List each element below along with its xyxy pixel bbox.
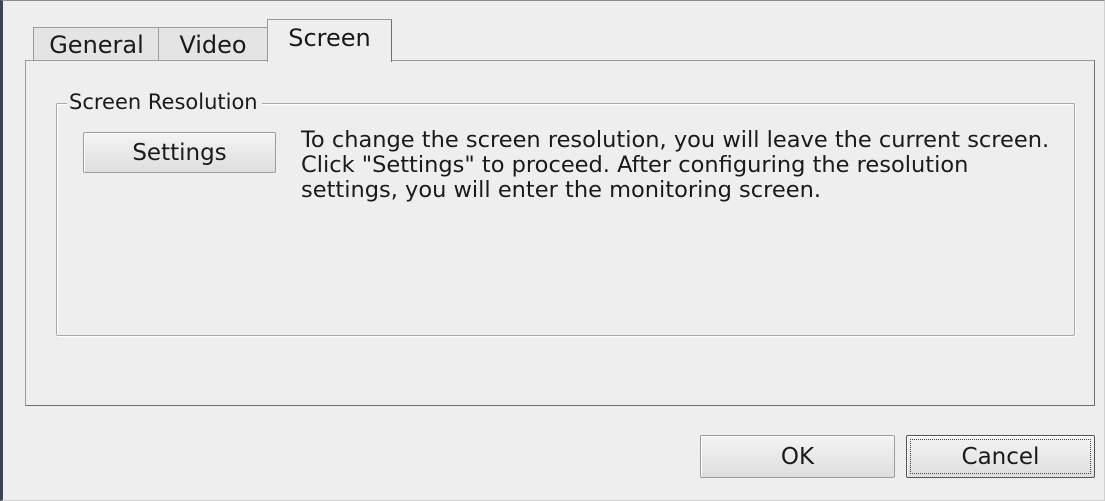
tab-panel-screen: Screen Resolution Settings To change the… bbox=[25, 60, 1095, 406]
settings-button[interactable]: Settings bbox=[83, 132, 276, 173]
tab-general-label: General bbox=[49, 31, 144, 59]
tab-video-label: Video bbox=[179, 31, 247, 59]
screen-settings-dialog: General Video Screen Screen Resolution S… bbox=[0, 0, 1105, 501]
screen-resolution-description: To change the screen resolution, you wil… bbox=[301, 127, 1050, 203]
screen-resolution-group-title: Screen Resolution bbox=[67, 88, 262, 116]
ok-button[interactable]: OK bbox=[700, 435, 895, 478]
cancel-button-label: Cancel bbox=[961, 443, 1040, 470]
tab-screen-label: Screen bbox=[288, 24, 371, 52]
screen-resolution-group: Screen Resolution Settings To change the… bbox=[56, 88, 1075, 336]
tab-video[interactable]: Video bbox=[158, 27, 268, 61]
tab-screen[interactable]: Screen bbox=[267, 19, 392, 62]
ok-button-label: OK bbox=[780, 443, 815, 470]
cancel-button[interactable]: Cancel bbox=[906, 435, 1095, 478]
tab-general[interactable]: General bbox=[33, 27, 159, 61]
